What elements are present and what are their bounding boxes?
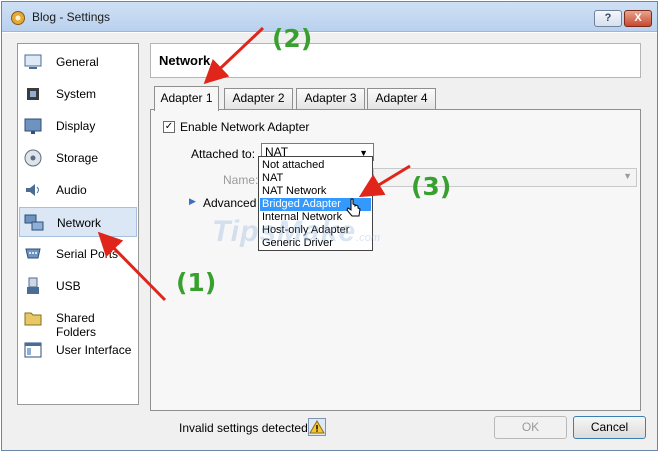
name-label: Name:: [223, 173, 259, 187]
sidebar-item-label: Storage: [56, 151, 99, 165]
sidebar-item-shared-folders[interactable]: Shared Folders: [19, 303, 137, 339]
sidebar-item-label: USB: [56, 279, 81, 293]
sidebar-item-label: General: [56, 55, 99, 69]
storage-icon: [24, 149, 42, 167]
audio-icon: [26, 184, 39, 196]
user-interface-icon: [24, 342, 42, 358]
advanced-toggle[interactable]: Advanced: [203, 196, 256, 210]
virtualbox-app-icon: [11, 11, 25, 25]
sidebar-item-label: System: [56, 87, 97, 101]
mouse-cursor-icon: [346, 198, 361, 217]
sidebar-item-label: Audio: [56, 183, 87, 197]
title-bar[interactable]: Blog - Settings ? X: [2, 2, 657, 32]
tab-adapter-3[interactable]: Adapter 3: [296, 88, 365, 109]
step-2-annotation: (2): [272, 24, 313, 53]
window-title: Blog - Settings: [32, 10, 111, 24]
ok-button[interactable]: OK: [494, 416, 567, 439]
warning-icon[interactable]: [308, 418, 326, 436]
dropdown-option-nat[interactable]: NAT: [260, 172, 371, 185]
tab-adapter-4[interactable]: Adapter 4: [367, 88, 436, 109]
sidebar-item-storage[interactable]: Storage: [19, 143, 137, 173]
sidebar-item-user-interface[interactable]: User Interface: [19, 335, 137, 365]
chevron-down-icon: ▼: [623, 171, 632, 181]
sidebar-item-label: User Interface: [56, 343, 132, 357]
sidebar-item-network[interactable]: Network: [19, 207, 137, 237]
status-message: Invalid settings detected: [179, 421, 308, 435]
dropdown-option-nat-network[interactable]: NAT Network: [260, 185, 371, 198]
enable-adapter-label: Enable Network Adapter: [180, 120, 310, 134]
sidebar-item-usb[interactable]: USB: [19, 271, 137, 301]
dropdown-option-not-attached[interactable]: Not attached: [260, 159, 371, 172]
tab-adapter-1[interactable]: Adapter 1: [154, 86, 219, 111]
serial-ports-icon: [25, 248, 41, 259]
dropdown-option-host-only-adapter[interactable]: Host-only Adapter: [260, 224, 371, 237]
attached-to-label: Attached to:: [191, 147, 256, 161]
sidebar-item-audio[interactable]: Audio: [19, 175, 137, 205]
network-icon: [24, 214, 44, 231]
sidebar-item-label: Serial Ports: [56, 247, 119, 261]
step-1-annotation: (1): [176, 268, 217, 297]
tab-adapter-2[interactable]: Adapter 2: [224, 88, 293, 109]
system-icon: [27, 88, 39, 100]
sidebar-item-system[interactable]: System: [19, 79, 137, 109]
sidebar-item-label: Network: [57, 216, 102, 230]
general-icon: [24, 54, 42, 69]
sidebar-item-serial-ports[interactable]: Serial Ports: [19, 239, 137, 269]
cancel-button[interactable]: Cancel: [573, 416, 646, 439]
step-3-annotation: (3): [411, 172, 452, 201]
page-header: Network: [150, 43, 641, 78]
expand-triangle-icon[interactable]: ▶: [189, 196, 196, 207]
usb-icon: [27, 277, 39, 294]
enable-adapter-checkbox[interactable]: ✓: [163, 121, 175, 133]
page-title: Network: [159, 53, 211, 68]
help-button[interactable]: ?: [594, 10, 622, 27]
shared-folders-icon: [24, 312, 42, 326]
sidebar-item-general[interactable]: General: [19, 47, 137, 77]
sidebar-item-display[interactable]: Display: [19, 111, 137, 141]
adapter-panel: ✓ Enable Network Adapter Attached to: NA…: [150, 109, 641, 411]
display-icon: [24, 118, 42, 134]
close-button[interactable]: X: [624, 10, 652, 27]
sidebar-item-label: Display: [56, 119, 96, 133]
dropdown-option-generic-driver[interactable]: Generic Driver: [260, 237, 371, 250]
settings-sidebar: General System Display Storage Audio Net…: [17, 43, 139, 405]
